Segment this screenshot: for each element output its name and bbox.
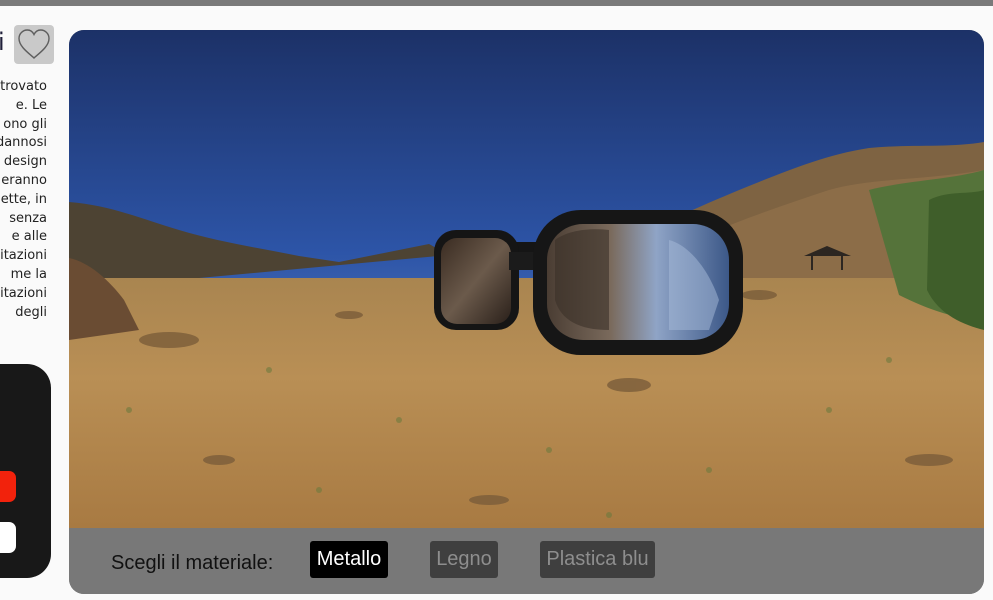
desert-scene-canvas[interactable] [69, 30, 984, 528]
favorite-button[interactable] [14, 25, 54, 64]
top-bar [0, 0, 993, 6]
color-swatch-white[interactable] [0, 522, 16, 553]
material-legno-button[interactable]: Legno [430, 541, 498, 578]
material-toolbar: Scegli il materiale: Metallo Legno Plast… [69, 528, 984, 594]
material-metallo-button[interactable]: Metallo [310, 541, 388, 578]
3d-viewer[interactable]: Scegli il materiale: Metallo Legno Plast… [69, 30, 984, 594]
product-description: trovato e. Le ono gli dannosi design era… [0, 79, 47, 320]
material-label: Scegli il materiale: [111, 552, 274, 574]
heart-outline-icon [18, 29, 50, 59]
color-swatch-red[interactable] [0, 471, 16, 502]
product-title: i [0, 28, 5, 56]
material-plastica-blu-button[interactable]: Plastica blu [540, 541, 655, 578]
